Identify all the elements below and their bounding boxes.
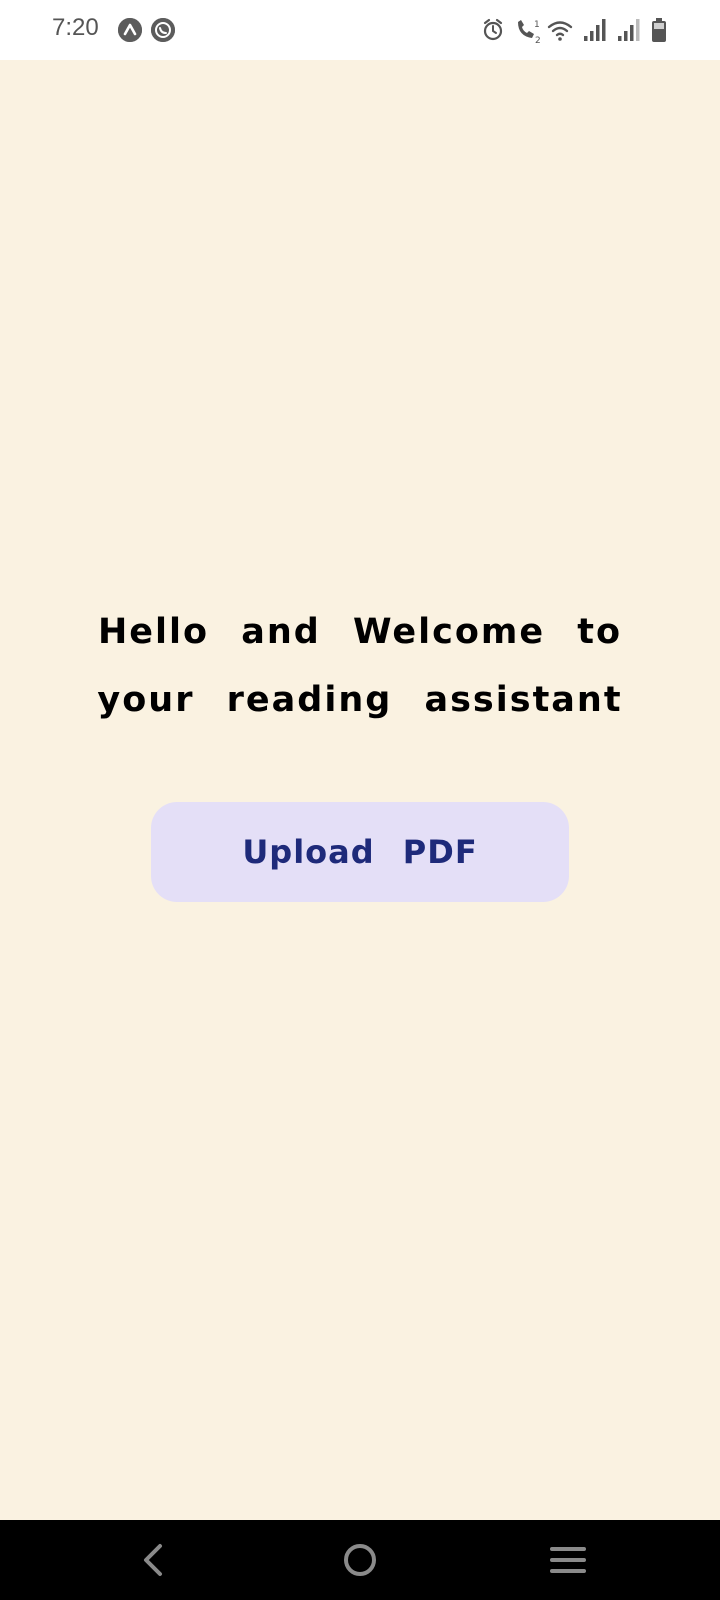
- back-icon[interactable]: [130, 1536, 178, 1584]
- svg-text:1: 1: [534, 20, 540, 30]
- whatsapp-icon: [151, 18, 175, 42]
- wifi-call-icon: 1 2: [518, 20, 541, 44]
- svg-text:2: 2: [535, 36, 541, 44]
- wifi-icon: [547, 21, 573, 41]
- battery-icon: [652, 18, 666, 42]
- welcome-heading: Hello and Welcome to your reading assist…: [97, 612, 623, 720]
- navigation-bar: [0, 1520, 720, 1600]
- signal-1-icon: [584, 19, 606, 41]
- alarm-icon: [483, 18, 503, 41]
- main-screen: Hello and Welcome to your reading assist…: [0, 60, 720, 1520]
- status-time: 7:20: [52, 14, 99, 41]
- status-bar: 7:20 1 2: [0, 0, 720, 60]
- signal-2-icon: [618, 19, 640, 41]
- upload-pdf-button[interactable]: Upload PDF: [151, 802, 569, 902]
- recents-icon[interactable]: [544, 1536, 592, 1584]
- arch-app-icon: [118, 18, 142, 42]
- home-icon[interactable]: [336, 1536, 384, 1584]
